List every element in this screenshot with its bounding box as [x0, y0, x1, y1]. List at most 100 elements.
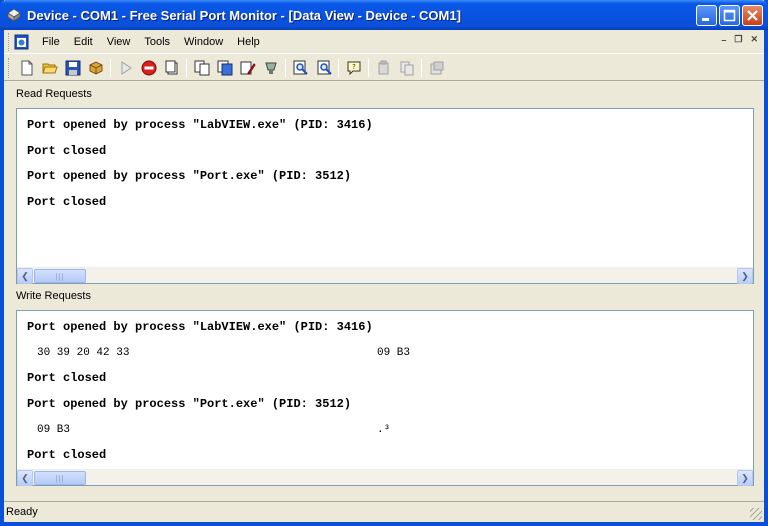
chevron-right-icon: ❯ [741, 472, 749, 483]
resize-grip[interactable] [750, 508, 762, 520]
close-button[interactable] [742, 5, 763, 26]
edit-button[interactable] [236, 57, 259, 79]
hex-data-line: 30 39 20 42 33 09 B3 [27, 341, 743, 367]
open-button[interactable] [38, 57, 61, 79]
log-line: Port closed [27, 195, 107, 210]
menu-file[interactable]: File [35, 34, 67, 50]
toolbar-separator [285, 58, 286, 77]
window-title: Device - COM1 - Free Serial Port Monitor… [27, 7, 461, 23]
read-requests-label: Read Requests [16, 88, 92, 100]
scroll-track[interactable]: ||| [33, 268, 737, 283]
toolbar-separator [421, 58, 422, 77]
export-disabled-icon [430, 61, 443, 74]
write-requests-content: Port opened by process "LabVIEW.exe" (PI… [17, 311, 753, 469]
new-button[interactable] [15, 57, 38, 79]
mdi-close-icon[interactable]: ✕ [750, 34, 758, 45]
mdi-controls: – ❐ ✕ [721, 34, 758, 45]
clear-icon [165, 60, 177, 74]
toolbar-separator [338, 58, 339, 77]
comment-button[interactable]: ? [342, 57, 365, 79]
stop-button[interactable] [137, 57, 160, 79]
toolbar-separator [368, 58, 369, 77]
grip-icon: ||| [55, 473, 65, 483]
find-icon [293, 60, 308, 75]
copy-disabled-icon [400, 61, 413, 75]
status-bar: Ready [4, 501, 764, 522]
scroll-right-button[interactable]: ❯ [737, 268, 753, 284]
grip-icon: ||| [55, 271, 65, 281]
hex-ascii: .³ [377, 423, 391, 436]
document-window-icon[interactable] [13, 33, 31, 51]
read-requests-content: Port opened by process "LabVIEW.exe" (PI… [17, 109, 753, 267]
comment-icon: ? [347, 61, 360, 75]
chevron-left-icon: ❮ [21, 472, 29, 483]
stop-icon [141, 60, 156, 75]
minimize-icon [702, 18, 709, 21]
menu-view[interactable]: View [100, 34, 138, 50]
scroll-left-button[interactable]: ❮ [17, 470, 33, 486]
scroll-thumb[interactable]: ||| [34, 269, 86, 283]
log-line: Port opened by process "LabVIEW.exe" (PI… [27, 118, 373, 132]
maximize-icon [723, 9, 736, 22]
log-line: Port opened by process "Port.exe" (PID: … [27, 169, 352, 184]
paste-disabled-icon [378, 60, 388, 74]
menu-window[interactable]: Window [177, 34, 230, 50]
save-icon [65, 60, 80, 75]
paste-button[interactable] [372, 57, 395, 79]
scroll-right-button[interactable]: ❯ [737, 470, 753, 486]
find-next-icon [317, 60, 332, 75]
copy-disabled-button[interactable] [395, 57, 418, 79]
toolbar-grip[interactable] [8, 57, 11, 78]
export-button[interactable] [425, 57, 448, 79]
log-line: Port closed [27, 143, 107, 158]
maximize-button[interactable] [719, 5, 740, 26]
minimize-button[interactable] [696, 5, 717, 26]
find-button[interactable] [289, 57, 312, 79]
chevron-left-icon: ❮ [21, 270, 29, 281]
menu-tools[interactable]: Tools [137, 34, 177, 50]
play-icon [121, 60, 132, 75]
save-button[interactable] [61, 57, 84, 79]
log-line: Port opened by process "LabVIEW.exe" (PI… [27, 320, 373, 334]
hex-ascii: 09 B3 [377, 346, 411, 359]
package-button[interactable] [84, 57, 107, 79]
write-horizontal-scrollbar[interactable]: ❮ ||| ❯ [17, 469, 753, 486]
scroll-track[interactable]: ||| [33, 470, 737, 485]
menu-edit[interactable]: Edit [67, 34, 100, 50]
new-icon [21, 60, 32, 75]
read-requests-panel[interactable]: Port opened by process "LabVIEW.exe" (PI… [16, 108, 754, 284]
menu-grip[interactable] [8, 32, 11, 51]
mdi-restore-icon[interactable]: ❐ [734, 34, 742, 45]
copy-icon [194, 60, 209, 75]
package-icon [89, 60, 102, 75]
menu-bar: File Edit View Tools Window Help – ❐ ✕ [4, 30, 764, 54]
open-icon [41, 63, 58, 73]
svg-text:?: ? [352, 63, 356, 71]
status-text: Ready [6, 506, 38, 518]
hex-bytes: 09 B3 [37, 423, 71, 436]
hex-data-line: 09 B3 .³ [27, 418, 743, 444]
find-next-button[interactable] [312, 57, 335, 79]
scroll-thumb[interactable]: ||| [34, 471, 86, 485]
start-button[interactable] [114, 57, 137, 79]
menu-help[interactable]: Help [230, 34, 267, 50]
log-line: Port closed [27, 371, 107, 386]
filter-icon [264, 62, 277, 74]
clear-button[interactable] [160, 57, 183, 79]
log-line: Port closed [27, 448, 107, 463]
read-horizontal-scrollbar[interactable]: ❮ ||| ❯ [17, 267, 753, 284]
write-requests-label: Write Requests [16, 290, 91, 302]
toolbar-separator [186, 58, 187, 77]
copy-button[interactable] [190, 57, 213, 79]
data-view-icon [217, 60, 232, 75]
mdi-minimize-icon[interactable]: – [721, 35, 726, 45]
write-requests-panel[interactable]: Port opened by process "LabVIEW.exe" (PI… [16, 310, 754, 486]
window-controls [696, 5, 763, 26]
hex-bytes: 30 39 20 42 33 [37, 346, 130, 359]
filter-button[interactable] [259, 57, 282, 79]
data-view-button[interactable] [213, 57, 236, 79]
title-bar[interactable]: Device - COM1 - Free Serial Port Monitor… [0, 0, 768, 30]
scroll-left-button[interactable]: ❮ [17, 268, 33, 284]
log-line: Port opened by process "Port.exe" (PID: … [27, 397, 352, 412]
app-icon [7, 8, 21, 22]
